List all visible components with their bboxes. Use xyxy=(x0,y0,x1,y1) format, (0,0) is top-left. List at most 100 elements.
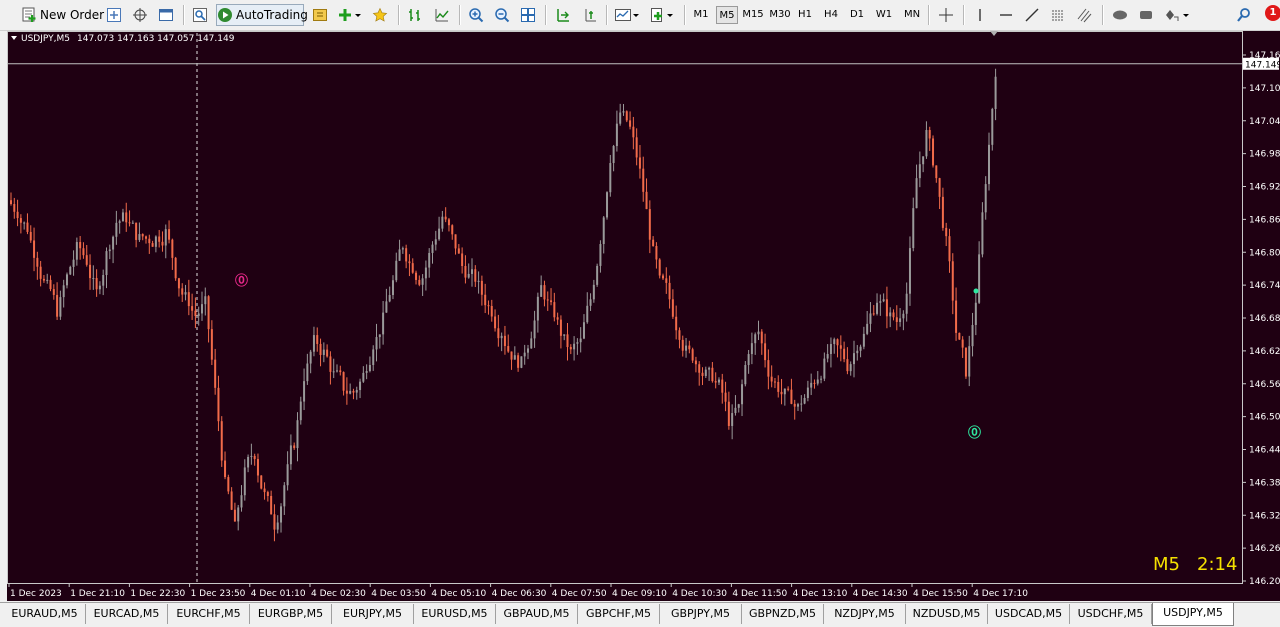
candle-body xyxy=(494,316,497,329)
zoom-in-button[interactable] xyxy=(466,4,486,26)
candle-body xyxy=(655,245,658,260)
candle-body xyxy=(813,382,816,384)
candle-body xyxy=(803,397,806,404)
favorites-button[interactable] xyxy=(370,4,390,26)
autotrading-button[interactable]: AutoTrading xyxy=(216,4,308,26)
candlestick-chart[interactable]: 147.165147.105147.045146.985146.925146.8… xyxy=(7,31,1280,601)
candle-body xyxy=(359,381,362,391)
horizontal-line-button[interactable] xyxy=(996,4,1016,26)
chart-tab[interactable]: EURCAD,M5 xyxy=(86,604,168,624)
chart-tab[interactable]: GBPNZD,M5 xyxy=(742,604,824,624)
timeframe-d1-button[interactable]: D1 xyxy=(846,6,868,24)
candle-body xyxy=(701,372,704,377)
timeframe-w1-button[interactable]: W1 xyxy=(873,6,895,24)
candle-body xyxy=(859,346,862,351)
chart-tab[interactable]: USDJPY,M5 xyxy=(1152,603,1234,626)
candle-body xyxy=(286,464,289,486)
crosshair-icon xyxy=(938,7,954,23)
zoom-out-button[interactable] xyxy=(492,4,512,26)
candle-body xyxy=(526,348,529,353)
candle-body xyxy=(938,178,941,197)
navigator-button[interactable] xyxy=(130,4,150,26)
candle-body xyxy=(764,343,767,361)
chart-shift-button[interactable] xyxy=(553,4,573,26)
chart-tab[interactable]: USDCAD,M5 xyxy=(988,604,1070,624)
vertical-line-button[interactable] xyxy=(970,4,990,26)
trendline-icon xyxy=(1024,7,1040,23)
candle-body xyxy=(115,222,118,237)
chart-tab[interactable]: EURJPY,M5 xyxy=(332,604,414,624)
chart-tab[interactable]: EURAUD,M5 xyxy=(4,604,86,624)
templates-button[interactable] xyxy=(648,4,676,26)
search-button[interactable] xyxy=(1234,4,1254,26)
candle-body xyxy=(329,356,332,372)
tile-windows-button[interactable] xyxy=(518,4,538,26)
timeframe-m5-button[interactable]: M5 xyxy=(716,6,738,24)
ellipse-button[interactable] xyxy=(1110,4,1130,26)
market-watch-button[interactable] xyxy=(104,4,124,26)
candle-body xyxy=(994,76,997,109)
arrows-dropdown-button[interactable] xyxy=(1162,4,1192,26)
metaeditor-button[interactable] xyxy=(310,4,330,26)
new-chart-button[interactable] xyxy=(336,4,364,26)
trendline-button[interactable] xyxy=(1022,4,1042,26)
chart-tab[interactable]: EURGBP,M5 xyxy=(250,604,332,624)
timeframe-m15-button[interactable]: M15 xyxy=(741,6,765,24)
channel-button[interactable] xyxy=(1048,4,1068,26)
chart-tab[interactable]: GBPJPY,M5 xyxy=(660,604,742,624)
chart-tab[interactable]: EURUSD,M5 xyxy=(414,604,496,624)
candle-body xyxy=(168,229,171,240)
candle-body xyxy=(741,384,744,405)
timeframe-mn-button[interactable]: MN xyxy=(900,6,924,24)
candle-body xyxy=(316,335,319,344)
line-chart-button[interactable] xyxy=(432,4,452,26)
candle-body xyxy=(240,495,243,508)
price-chart[interactable]: 147.165147.105147.045146.985146.925146.8… xyxy=(7,31,1280,601)
candle-body xyxy=(131,222,134,224)
timeframe-m1-button[interactable]: M1 xyxy=(690,6,712,24)
candle-body xyxy=(602,217,605,245)
candle-body xyxy=(530,338,533,349)
strategy-tester-button[interactable] xyxy=(190,4,210,26)
autoscroll-button[interactable] xyxy=(580,4,600,26)
notification-badge[interactable]: 1 xyxy=(1265,5,1280,21)
chart-tab[interactable]: USDCHF,M5 xyxy=(1070,604,1152,624)
chart-tab[interactable]: EURCHF,M5 xyxy=(168,604,250,624)
chart-tab[interactable]: GBPAUD,M5 xyxy=(496,604,578,624)
fibonacci-button[interactable] xyxy=(1074,4,1094,26)
timeframe-h4-button[interactable]: H4 xyxy=(820,6,842,24)
candle-body xyxy=(783,388,786,395)
candle-body xyxy=(105,251,108,276)
bar-chart-button[interactable] xyxy=(405,4,425,26)
candle-body xyxy=(266,492,269,496)
candle-body xyxy=(36,257,39,267)
price-axis-label: 146.805 xyxy=(1249,248,1280,258)
crosshair-button[interactable] xyxy=(936,4,956,26)
timeframe-m30-button[interactable]: M30 xyxy=(768,6,792,24)
indicators-button[interactable] xyxy=(612,4,642,26)
chart-tab[interactable]: NZDJPY,M5 xyxy=(824,604,906,624)
candle-body xyxy=(632,126,635,138)
chart-shift-marker[interactable] xyxy=(990,31,998,36)
timeframe-h1-button[interactable]: H1 xyxy=(795,6,815,24)
new-order-button[interactable]: New Order xyxy=(22,4,104,26)
rectangle-button[interactable] xyxy=(1136,4,1156,26)
candle-body xyxy=(438,228,441,240)
candle-body xyxy=(800,403,803,405)
chart-tab[interactable]: GBPCHF,M5 xyxy=(578,604,660,624)
candle-body xyxy=(26,222,29,232)
candle-body xyxy=(839,345,842,349)
candle-body xyxy=(780,391,783,395)
candle-body xyxy=(428,252,431,268)
candle-body xyxy=(349,390,352,394)
price-axis-label: 146.505 xyxy=(1249,413,1280,423)
candle-body xyxy=(260,475,263,489)
time-axis-label: 4 Dec 13:10 xyxy=(793,589,848,599)
candle-body xyxy=(876,302,879,314)
chart-menu-icon[interactable] xyxy=(11,36,17,40)
candle-body xyxy=(395,260,398,281)
candle-body xyxy=(85,255,88,265)
terminal-button[interactable] xyxy=(156,4,176,26)
chart-tab[interactable]: NZDUSD,M5 xyxy=(906,604,988,624)
candle-body xyxy=(606,192,609,218)
